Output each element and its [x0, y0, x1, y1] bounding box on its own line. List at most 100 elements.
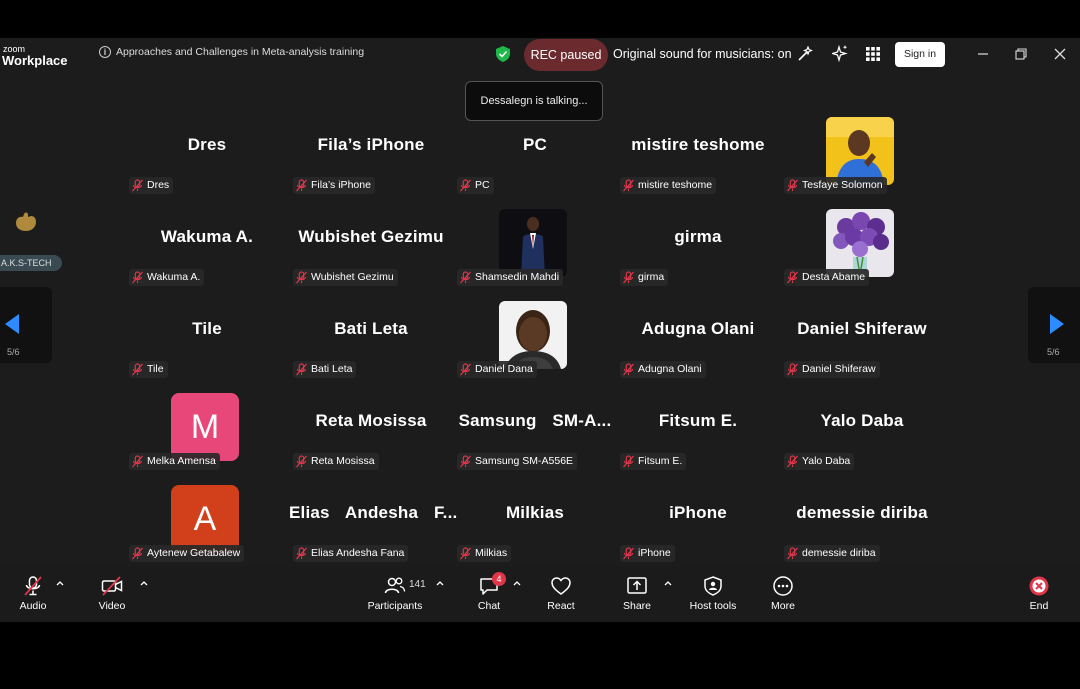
share-caret-icon[interactable]	[664, 580, 672, 586]
page-indicator-left: 5/6	[7, 347, 20, 357]
participant-display-name: Adugna Olani	[641, 319, 755, 338]
end-meeting-button[interactable]: End	[1022, 566, 1056, 622]
participants-label: Participants	[367, 600, 423, 612]
participant-tile[interactable]: Tesfaye Solomon	[780, 81, 944, 194]
magic-wand-icon[interactable]	[797, 46, 813, 62]
participant-tile[interactable]: Samsung SM-A... Samsung SM-A556E	[453, 357, 617, 470]
participant-name-label: Milkias	[457, 545, 512, 562]
react-label: React	[547, 600, 575, 612]
participant-display-name: Dres	[187, 135, 227, 154]
video-gallery: Dessalegn is talking... A.K.S-TECH 5/6 5…	[0, 72, 1080, 566]
participant-tile[interactable]: mistire teshome mistire teshome	[616, 81, 780, 194]
participant-tile[interactable]: Tile Tile	[125, 265, 289, 378]
ai-sparkle-icon[interactable]	[832, 45, 848, 62]
participant-name-label: Elias Andesha Fana	[293, 545, 409, 562]
original-sound-status[interactable]: Original sound for musicians: on	[613, 47, 792, 61]
heart-icon	[551, 577, 571, 595]
video-button[interactable]: Video	[92, 566, 132, 622]
participant-display-name: mistire teshome	[631, 135, 765, 154]
mic-muted-icon	[787, 547, 798, 560]
participant-tile[interactable]: girma girma	[616, 173, 780, 286]
participant-display-name: Yalo Daba	[820, 411, 904, 430]
video-off-icon	[101, 576, 123, 596]
chat-label: Chat	[477, 600, 501, 612]
participant-tile[interactable]: PC PC	[453, 81, 617, 194]
share-screen-icon	[627, 577, 647, 594]
zoom-logo-workplace: Workplace	[2, 53, 68, 68]
participant-display-name: Fila’s iPhone	[317, 135, 425, 154]
participant-display-name: Daniel Shiferaw	[797, 319, 927, 338]
next-page-button[interactable]: 5/6	[1028, 287, 1080, 363]
participant-display-name: iPhone	[669, 503, 727, 522]
participant-tile[interactable]: demessie diriba demessie diriba	[780, 449, 944, 562]
participant-display-name: Samsung SM-A...	[458, 411, 612, 430]
share-button[interactable]: Share	[618, 566, 656, 622]
arrow-right-icon	[1050, 314, 1064, 334]
participant-tile[interactable]: Bati Leta Bati Leta	[289, 265, 453, 378]
close-icon[interactable]	[1053, 47, 1067, 61]
host-tools-button[interactable]: Host tools	[686, 566, 740, 622]
more-button[interactable]: More	[764, 566, 802, 622]
participant-tile[interactable]: Wakuma A. Wakuma A.	[125, 173, 289, 286]
participant-tile[interactable]: Shamsedin Mahdi	[453, 173, 617, 286]
audio-button[interactable]: Audio	[12, 566, 54, 622]
more-label: More	[771, 600, 795, 612]
participant-name-text: demessie diriba	[802, 547, 876, 559]
participant-tile[interactable]: M Melka Amensa	[125, 357, 289, 470]
participant-display-name: PC	[522, 135, 548, 154]
participants-caret-icon[interactable]	[436, 580, 444, 586]
participant-tile[interactable]: Desta Abame	[780, 173, 944, 286]
audio-options-caret-icon[interactable]	[56, 580, 64, 586]
meeting-title[interactable]: Approaches and Challenges in Meta-analys…	[116, 46, 364, 58]
participant-display-name: Elias Andesha F...	[289, 503, 458, 522]
participant-tile[interactable]: Daniel Shiferaw Daniel Shiferaw	[780, 265, 944, 378]
participant-tile[interactable]: A Aytenew Getabalew	[125, 449, 289, 562]
restore-icon[interactable]	[1014, 47, 1028, 61]
shield-check-icon[interactable]	[496, 46, 510, 62]
participant-display-name: demessie diriba	[796, 503, 928, 522]
participant-name-label: Aytenew Getabalew	[129, 545, 245, 562]
host-shield-icon	[704, 576, 722, 596]
participant-tile[interactable]: Yalo Daba Yalo Daba	[780, 357, 944, 470]
mic-muted-icon	[132, 547, 143, 560]
rec-paused-badge[interactable]: REC paused	[524, 39, 608, 71]
participant-letter-avatar: A	[171, 485, 239, 553]
participant-tile[interactable]: Wubishet Gezimu Wubishet Gezimu	[289, 173, 453, 286]
participant-name-text: iPhone	[638, 547, 671, 559]
participant-tile[interactable]: Fitsum E. Fitsum E.	[616, 357, 780, 470]
participant-display-name: Wakuma A.	[160, 227, 254, 246]
participant-display-name: girma	[674, 227, 722, 246]
react-button[interactable]: React	[542, 566, 580, 622]
sign-in-button[interactable]: Sign in	[895, 42, 945, 67]
participants-button[interactable]: Participants	[364, 566, 426, 622]
video-options-caret-icon[interactable]	[140, 580, 148, 586]
apps-grid-icon[interactable]	[866, 47, 880, 61]
participant-display-name: Bati Leta	[334, 319, 408, 338]
participant-tile[interactable]: Daniel Dana	[453, 265, 617, 378]
raised-hand-icon	[16, 212, 36, 231]
participant-tile[interactable]: Dres Dres	[125, 81, 289, 194]
chat-caret-icon[interactable]	[513, 580, 521, 586]
previous-page-button[interactable]: 5/6	[0, 287, 52, 363]
mic-muted-icon	[296, 547, 307, 560]
participant-tile[interactable]: Elias Andesha F... Elias Andesha Fana	[289, 449, 458, 562]
participant-name-text: Milkias	[475, 547, 508, 559]
participant-tile[interactable]: iPhone iPhone	[616, 449, 780, 562]
participant-tile[interactable]: Fila’s iPhone Fila’s iPhone	[289, 81, 453, 194]
mic-muted-icon	[24, 576, 42, 596]
side-participant-tag[interactable]: A.K.S-TECH	[0, 255, 62, 271]
participant-name-label: iPhone	[620, 545, 675, 562]
participant-tile[interactable]: Milkias Milkias	[453, 449, 617, 562]
mic-muted-icon	[623, 547, 634, 560]
participant-tile[interactable]: Reta Mosissa Reta Mosissa	[289, 357, 453, 470]
minimize-icon[interactable]	[976, 47, 990, 61]
audio-label: Audio	[19, 600, 47, 612]
more-dots-icon	[773, 576, 793, 596]
participant-tile[interactable]: Adugna Olani Adugna Olani	[616, 265, 780, 378]
end-label: End	[1029, 600, 1049, 612]
host-tools-label: Host tools	[689, 600, 737, 612]
share-label: Share	[622, 600, 652, 612]
info-icon[interactable]: i	[99, 46, 111, 58]
arrow-left-icon	[5, 314, 19, 334]
end-call-icon	[1029, 576, 1049, 596]
